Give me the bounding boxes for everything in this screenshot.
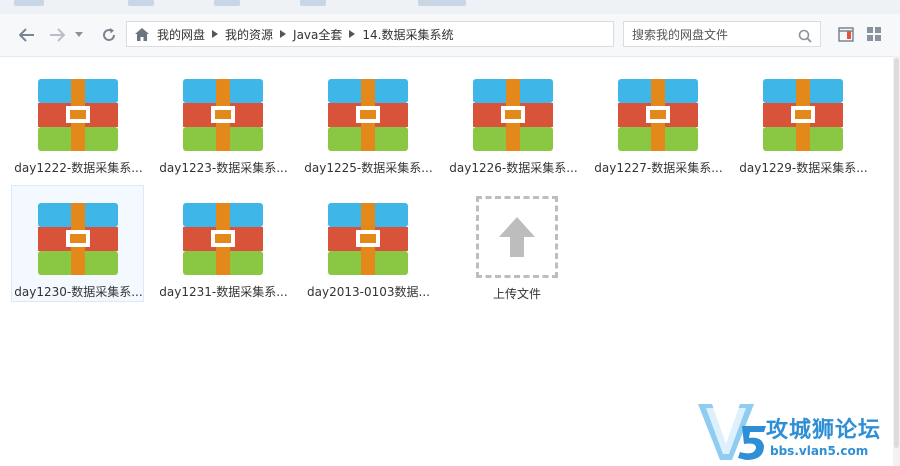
file-tile[interactable]: day1231-数据采集系... <box>156 185 289 302</box>
preview-pane-icon[interactable] <box>838 26 856 44</box>
file-name: day2013-0103数据... <box>307 285 430 299</box>
breadcrumb-separator-icon[interactable] <box>209 30 221 38</box>
toolbar-strip <box>0 0 900 15</box>
archive-icon <box>328 79 408 151</box>
file-name: day1229-数据采集系... <box>739 161 868 175</box>
grid-view-icon[interactable] <box>866 26 884 44</box>
v5-logo <box>698 404 766 460</box>
file-name: day1231-数据采集系... <box>159 285 288 299</box>
archive-icon <box>183 203 263 275</box>
file-tile[interactable]: day1222-数据采集系... <box>11 56 144 175</box>
file-tile[interactable]: day1225-数据采集系... <box>301 56 434 175</box>
refresh-icon[interactable] <box>98 25 120 45</box>
breadcrumb-item[interactable]: 14.数据采集系统 <box>358 26 457 43</box>
breadcrumb-separator-icon[interactable] <box>346 30 358 38</box>
file-name: day1227-数据采集系... <box>594 161 723 175</box>
arrow-left-icon[interactable] <box>16 25 38 45</box>
file-tile[interactable]: day1227-数据采集系... <box>591 56 724 175</box>
upload-arrow-icon <box>499 217 535 257</box>
upload-button[interactable] <box>476 196 558 278</box>
file-tile[interactable]: day1226-数据采集系... <box>446 56 579 175</box>
archive-icon <box>183 79 263 151</box>
navigation-bar: 我的网盘 我的资源 Java全套 14.数据采集系统 <box>0 14 900 57</box>
watermark: 攻城狮论坛 bbs.vlan5.com <box>696 394 900 466</box>
archive-icon <box>763 79 843 151</box>
archive-icon <box>473 79 553 151</box>
search-box <box>623 21 821 47</box>
breadcrumb-item[interactable]: Java全套 <box>289 26 346 43</box>
archive-icon <box>328 203 408 275</box>
file-tile[interactable]: day2013-0103数据... <box>301 185 434 302</box>
breadcrumb-item[interactable]: 我的网盘 <box>153 26 209 43</box>
watermark-url: bbs.vlan5.com <box>770 444 869 458</box>
search-input[interactable] <box>630 26 794 44</box>
archive-icon <box>618 79 698 151</box>
file-name: day1223-数据采集系... <box>159 161 288 175</box>
archive-icon <box>38 79 118 151</box>
arrow-right-icon[interactable] <box>46 25 68 45</box>
upload-label: 上传文件 <box>492 287 541 301</box>
file-tile[interactable]: day1229-数据采集系... <box>736 56 869 175</box>
archive-icon <box>38 203 118 275</box>
watermark-title: 攻城狮论坛 <box>766 418 882 443</box>
breadcrumb-separator-icon[interactable] <box>277 30 289 38</box>
breadcrumb-item[interactable]: 我的资源 <box>221 26 277 43</box>
chevron-down-icon[interactable] <box>72 25 86 45</box>
search-icon[interactable] <box>798 28 812 47</box>
file-name: day1225-数据采集系... <box>304 161 433 175</box>
file-tile[interactable]: day1230-数据采集系... <box>11 185 144 302</box>
file-tile[interactable]: day1223-数据采集系... <box>156 56 289 175</box>
breadcrumb: 我的网盘 我的资源 Java全套 14.数据采集系统 <box>126 21 614 47</box>
file-name: day1222-数据采集系... <box>14 161 143 175</box>
home-icon[interactable] <box>131 27 153 41</box>
file-name: day1230-数据采集系... <box>14 285 143 299</box>
file-name: day1226-数据采集系... <box>449 161 578 175</box>
